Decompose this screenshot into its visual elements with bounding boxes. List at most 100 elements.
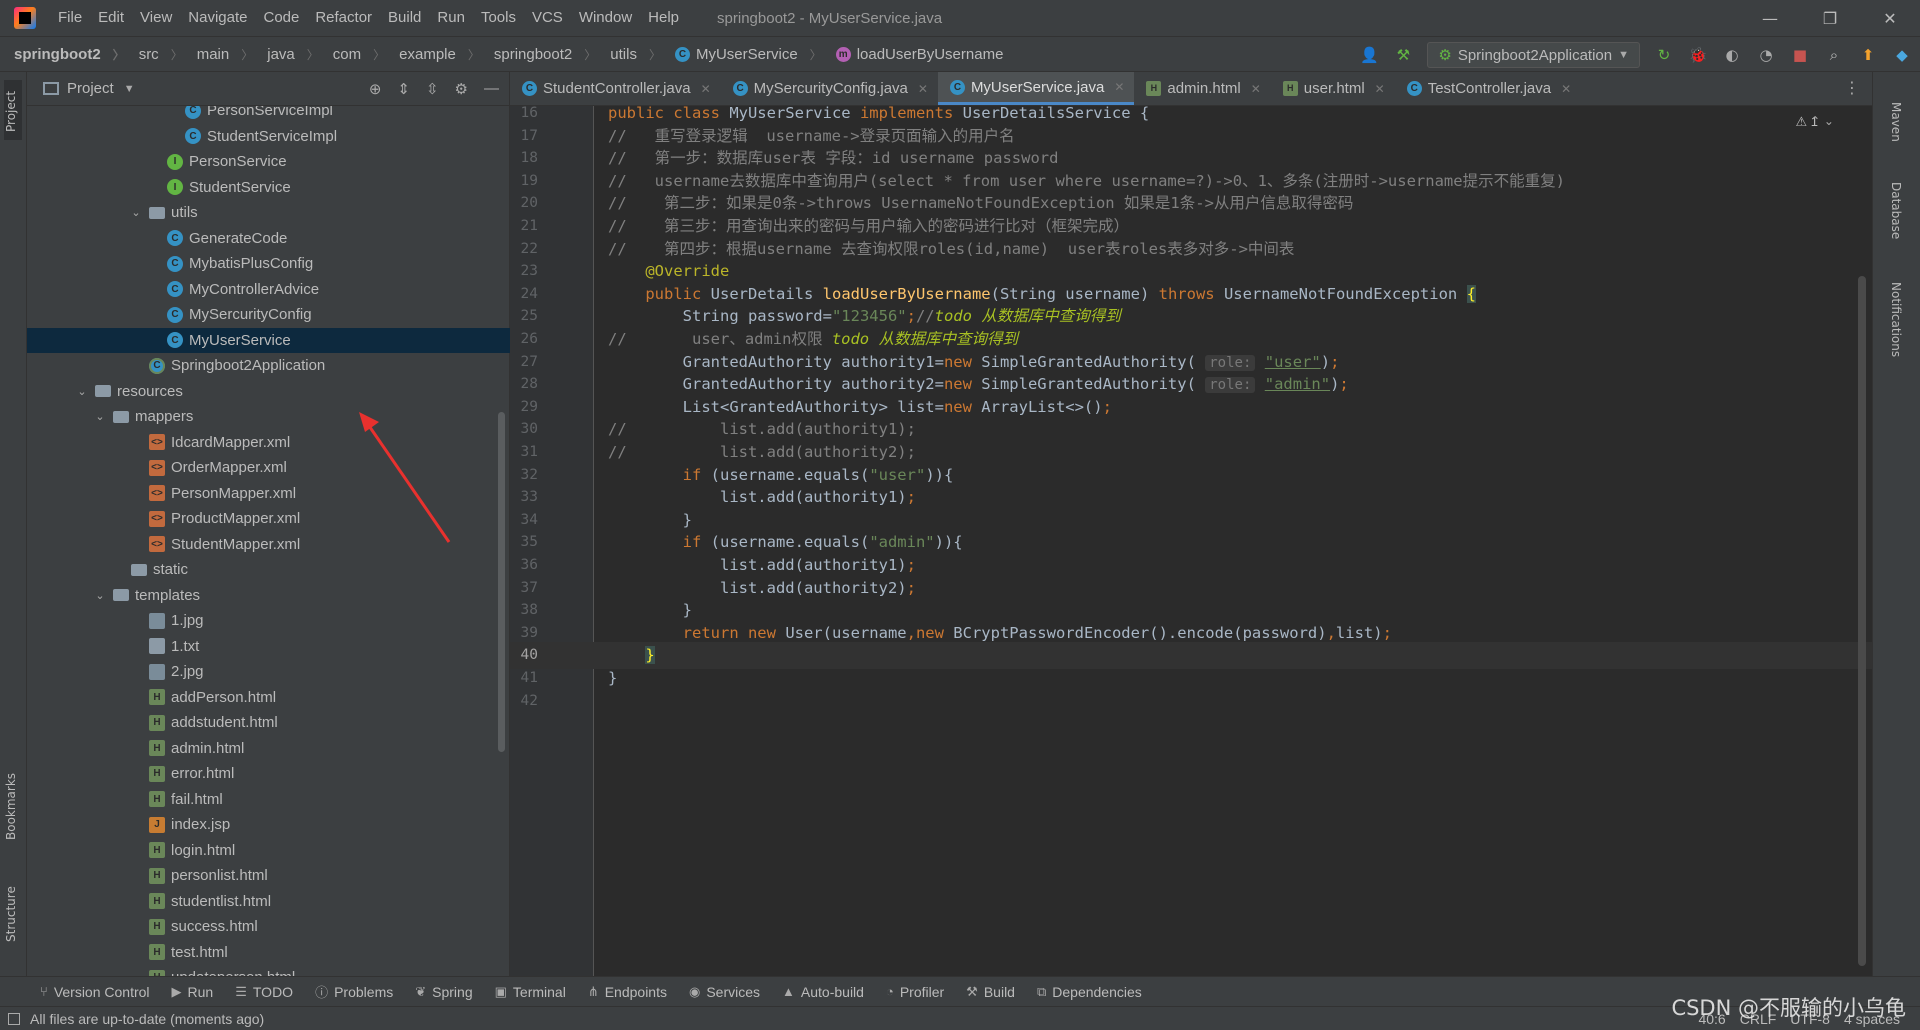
menu-item-help[interactable]: Help [640, 0, 687, 36]
breadcrumb-item[interactable]: main 〉 [183, 46, 254, 63]
tree-item[interactable]: I PersonService [27, 149, 510, 174]
tool-window-build[interactable]: ⚒ Build [966, 984, 1015, 1000]
update-icon[interactable]: ⬆ [1858, 45, 1878, 65]
tree-item[interactable]: C Springboot2Application [27, 353, 510, 378]
close-tab-icon[interactable]: ✕ [1375, 82, 1385, 96]
tree-item[interactable]: 1.txt [27, 634, 510, 659]
chevron-down-icon[interactable]: ⌄ [129, 206, 143, 219]
tree-item[interactable]: Hadmin.html [27, 736, 510, 761]
tool-window-spring[interactable]: ❦ Spring [415, 984, 472, 1000]
tree-item[interactable]: Hsuccess.html [27, 914, 510, 939]
editor-tab[interactable]: C MyUserService.java ✕ [937, 72, 1135, 105]
menu-item-file[interactable]: File [50, 0, 90, 36]
notifications-stripe-label[interactable]: Notifications [1889, 282, 1903, 357]
breadcrumb-item[interactable]: springboot2 〉 [480, 46, 596, 63]
breadcrumb-item[interactable]: com 〉 [319, 46, 385, 63]
tree-item[interactable]: HaddPerson.html [27, 685, 510, 710]
menu-item-build[interactable]: Build [380, 0, 429, 36]
tool-window-profiler[interactable]: ◔ Profiler [886, 984, 944, 1000]
tree-item[interactable]: C GenerateCode [27, 226, 510, 251]
menu-item-navigate[interactable]: Navigate [180, 0, 255, 36]
breadcrumb-item[interactable]: springboot2 〉 [0, 46, 125, 63]
tree-item[interactable]: I StudentService [27, 175, 510, 200]
breadcrumb-item[interactable]: utils 〉 [596, 46, 661, 63]
project-tree-scrollbar[interactable] [498, 412, 505, 752]
tree-item[interactable]: C MyUserService [27, 327, 510, 353]
tool-window-problems[interactable]: ⓘ Problems [315, 982, 393, 1001]
tree-item[interactable]: Hpersonlist.html [27, 863, 510, 888]
search-icon[interactable]: ⌕ [1824, 45, 1844, 65]
menu-item-code[interactable]: Code [255, 0, 307, 36]
breadcrumb-item[interactable]: C MyUserService 〉 [661, 46, 822, 63]
bookmarks-stripe-label[interactable]: Bookmarks [4, 773, 18, 840]
expand-all-icon[interactable]: ⇕ [397, 80, 410, 98]
tree-item[interactable]: C StudentServiceImpl [27, 124, 510, 149]
tree-item[interactable]: ⌄ resources [27, 379, 510, 404]
coverage-icon[interactable]: ◐ [1722, 45, 1742, 65]
chevron-down-icon[interactable]: ⌄ [75, 385, 89, 398]
tree-item[interactable]: ⌄ templates [27, 583, 510, 608]
editor-tab[interactable]: C StudentController.java ✕ [510, 72, 721, 105]
close-tab-icon[interactable]: ✕ [918, 82, 928, 96]
tree-item[interactable]: Jindex.jsp [27, 812, 510, 837]
chevron-down-icon[interactable]: ⌄ [93, 589, 107, 602]
tool-window-terminal[interactable]: ▣ Terminal [495, 984, 566, 1000]
menu-item-view[interactable]: View [132, 0, 180, 36]
tool-window-version-control[interactable]: ⑂ Version Control [40, 984, 150, 1000]
tool-window-todo[interactable]: ☰ TODO [235, 984, 293, 1000]
close-tab-icon[interactable]: ✕ [701, 82, 711, 96]
tree-item[interactable]: C MybatisPlusConfig [27, 251, 510, 276]
tool-window-run[interactable]: ▶ Run [172, 984, 214, 1000]
tree-item[interactable]: Htest.html [27, 940, 510, 965]
breadcrumb-item[interactable]: example 〉 [385, 46, 480, 63]
navigate-warnings-icon[interactable]: ⌃ ⌄ [1810, 114, 1834, 128]
menu-item-window[interactable]: Window [571, 0, 640, 36]
menu-item-run[interactable]: Run [429, 0, 473, 36]
maven-stripe-label[interactable]: Maven [1889, 102, 1903, 142]
menu-item-vcs[interactable]: VCS [524, 0, 571, 36]
collapse-all-icon[interactable]: ⇳ [426, 80, 439, 98]
close-tab-icon[interactable]: ✕ [1251, 82, 1261, 96]
editor-tab[interactable]: C TestController.java ✕ [1395, 72, 1581, 105]
restore-button[interactable]: ❐ [1800, 0, 1860, 36]
gear-icon[interactable]: ⚙ [455, 80, 468, 98]
menu-item-refactor[interactable]: Refactor [307, 0, 380, 36]
hide-icon[interactable]: — [484, 80, 499, 98]
menu-item-tools[interactable]: Tools [473, 0, 524, 36]
editor-tab[interactable]: Huser.html ✕ [1271, 72, 1395, 105]
code-editor[interactable]: 16 public class MyUserService implements … [510, 106, 1872, 976]
tree-item[interactable]: Hfail.html [27, 787, 510, 812]
tree-item[interactable]: Haddstudent.html [27, 710, 510, 735]
chevron-down-icon[interactable]: ▼ [124, 83, 135, 95]
menu-item-edit[interactable]: Edit [90, 0, 132, 36]
tree-item[interactable]: C PersonServiceImpl [27, 106, 510, 123]
tree-item[interactable]: C MyControllerAdvice [27, 277, 510, 302]
tree-item[interactable]: Herror.html [27, 761, 510, 786]
chevron-down-icon[interactable]: ⌄ [93, 410, 107, 423]
close-tab-icon[interactable]: ✕ [1561, 82, 1571, 96]
editor-tab[interactable]: C MySercurityConfig.java ✕ [721, 72, 938, 105]
profile-icon[interactable]: ◔ [1756, 45, 1776, 65]
close-button[interactable]: ✕ [1860, 0, 1920, 36]
minimize-button[interactable]: — [1740, 0, 1800, 36]
rerun-icon[interactable]: ↻ [1654, 45, 1674, 65]
user-icon[interactable]: 👤 [1359, 45, 1379, 65]
locate-icon[interactable]: ⊕ [369, 80, 382, 98]
tool-window-endpoints[interactable]: ⋔ Endpoints [588, 984, 667, 1000]
project-stripe-label[interactable]: Project [4, 91, 18, 132]
more-vert-icon[interactable]: ⋮ [1844, 78, 1860, 97]
structure-stripe-label[interactable]: Structure [4, 886, 18, 942]
build-hammer-icon[interactable]: ⚒ [1393, 45, 1413, 65]
editor-scrollbar[interactable] [1858, 276, 1866, 966]
editor-tab[interactable]: Hadmin.html ✕ [1134, 72, 1270, 105]
tree-item[interactable]: 2.jpg [27, 659, 510, 684]
breadcrumb-item[interactable]: src 〉 [125, 46, 183, 63]
tree-item[interactable]: Hlogin.html [27, 838, 510, 863]
run-configuration-select[interactable]: ⚙ Springboot2Application ▼ [1427, 42, 1640, 68]
tree-item[interactable]: Hstudentlist.html [27, 889, 510, 914]
tree-item[interactable]: ⌄ utils [27, 200, 510, 225]
tree-item[interactable]: 1.jpg [27, 608, 510, 633]
breadcrumb-item[interactable]: java 〉 [253, 46, 319, 63]
tree-item[interactable]: C MySercurityConfig [27, 302, 510, 327]
database-stripe-label[interactable]: Database [1889, 182, 1903, 239]
